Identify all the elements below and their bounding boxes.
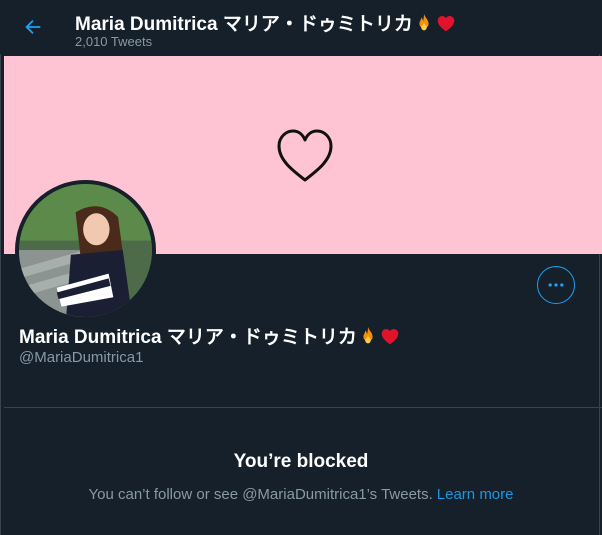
red-heart-emoji-icon [435,12,457,34]
heart-outline-icon [277,129,333,182]
profile-handle: @MariaDumitrica1 [19,349,144,366]
profile-name-text: Maria Dumitrica マリア・ドゥミトリカ [19,327,357,348]
divider [4,407,602,408]
blocked-title: You’re blocked [233,451,369,472]
blocked-message: You can’t follow or see @MariaDumitrica1… [0,486,602,503]
profile-header: Maria Dumitrica マリア・ドゥミトリカ 2,010 Tweets [0,0,602,54]
arrow-left-icon [25,19,41,35]
fire-emoji-icon [357,325,379,347]
more-options-button[interactable] [537,266,575,304]
back-button[interactable] [16,10,50,44]
more-horizontal-icon [548,283,564,287]
blocked-message-text: You can’t follow or see @MariaDumitrica1… [88,486,433,503]
profile-avatar[interactable] [15,180,156,321]
fire-emoji-icon [413,12,435,34]
avatar-photo [19,184,152,317]
tweets-count: 2,010 Tweets [75,34,153,49]
header-display-name: Maria Dumitrica マリア・ドゥミトリカ [75,9,457,36]
profile-display-name: Maria Dumitrica マリア・ドゥミトリカ [19,322,401,349]
header-name-text: Maria Dumitrica マリア・ドゥミトリカ [75,14,413,35]
red-heart-emoji-icon [379,325,401,347]
learn-more-link[interactable]: Learn more [437,486,514,503]
